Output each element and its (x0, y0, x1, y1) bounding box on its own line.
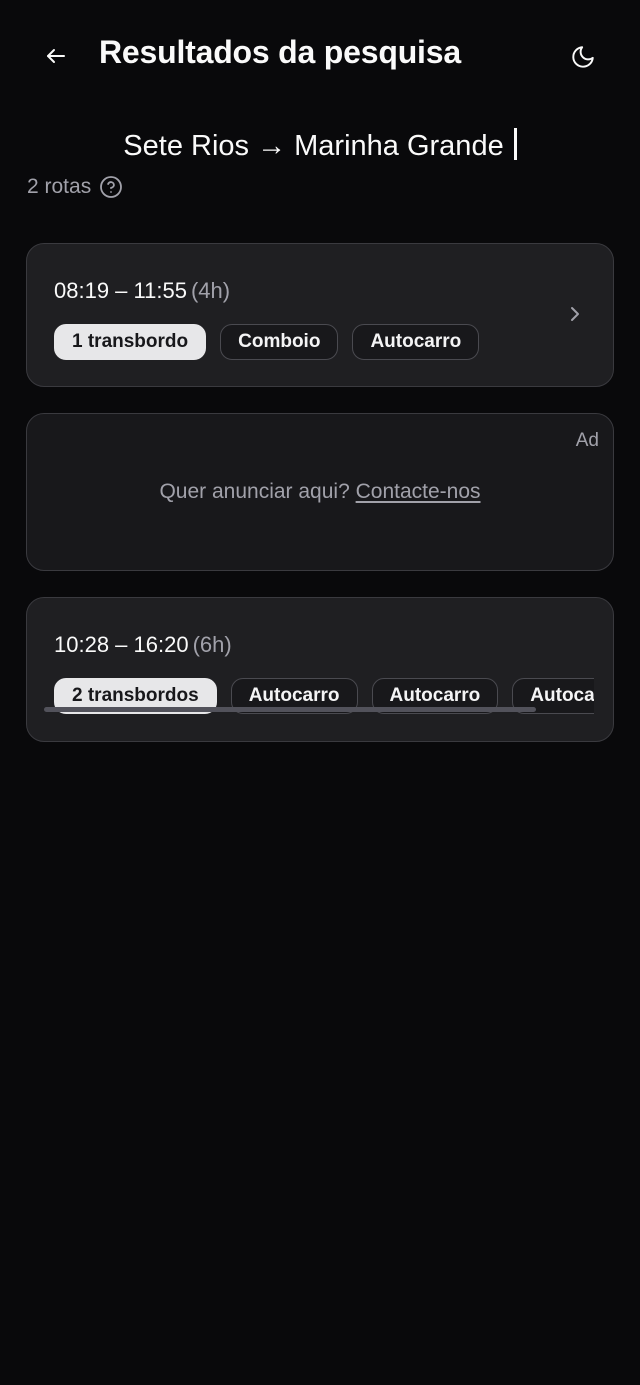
route-duration: (6h) (192, 632, 232, 657)
transfers-chip: 1 transbordo (54, 324, 207, 360)
route-time: 10:28 – 16:20 (6h) (54, 632, 232, 658)
search-route-title: Sete Rios → Marinha Grande (0, 128, 640, 163)
route-chips: 1 transbordo Comboio Autocarro (54, 324, 480, 360)
mode-chip-train: Comboio (220, 324, 339, 360)
ad-card: Ad Quer anunciar aqui? Contacte-nos (26, 413, 614, 571)
route-time-range: 10:28 – 16:20 (54, 632, 189, 657)
results-count-row: 2 rotas (27, 172, 123, 202)
theme-toggle-button[interactable] (562, 36, 604, 78)
route-chips-scroll[interactable]: 2 transbordos Autocarro Autocarro Autoca… (54, 678, 594, 718)
page: Resultados da pesquisa Sete Rios → Marin… (0, 0, 640, 1385)
route-card-1[interactable]: 08:19 – 11:55 (4h) 1 transbordo Comboio A… (26, 243, 614, 387)
mode-chip-bus: Autocarro (352, 324, 480, 360)
help-button[interactable] (99, 175, 123, 199)
horizontal-scrollbar[interactable] (44, 707, 536, 712)
route-time: 08:19 – 11:55 (4h) (54, 278, 230, 304)
arrow-left-icon (47, 49, 65, 63)
route-duration: (4h) (190, 278, 231, 303)
question-circle-icon (100, 176, 123, 198)
page-title: Resultados da pesquisa (99, 34, 461, 70)
results-count: 2 rotas (27, 175, 92, 198)
route-card-2[interactable]: 10:28 – 16:20 (6h) 2 transbordos Autocarr… (26, 597, 614, 742)
ad-tag: Ad (575, 430, 599, 451)
ad-text-row: Quer anunciar aqui? Contacte-nos (27, 480, 613, 504)
route-time-range: 08:19 – 11:55 (54, 278, 187, 303)
route-text: Sete Rios → Marinha Grande (123, 130, 504, 162)
ad-text: Quer anunciar aqui? (159, 480, 350, 503)
header: Resultados da pesquisa (0, 0, 640, 112)
ad-contact-link[interactable]: Contacte-nos (356, 480, 481, 503)
moon-icon (572, 46, 594, 68)
text-caret (513, 128, 517, 160)
back-button[interactable] (36, 36, 76, 76)
chevron-right-icon (571, 307, 579, 321)
